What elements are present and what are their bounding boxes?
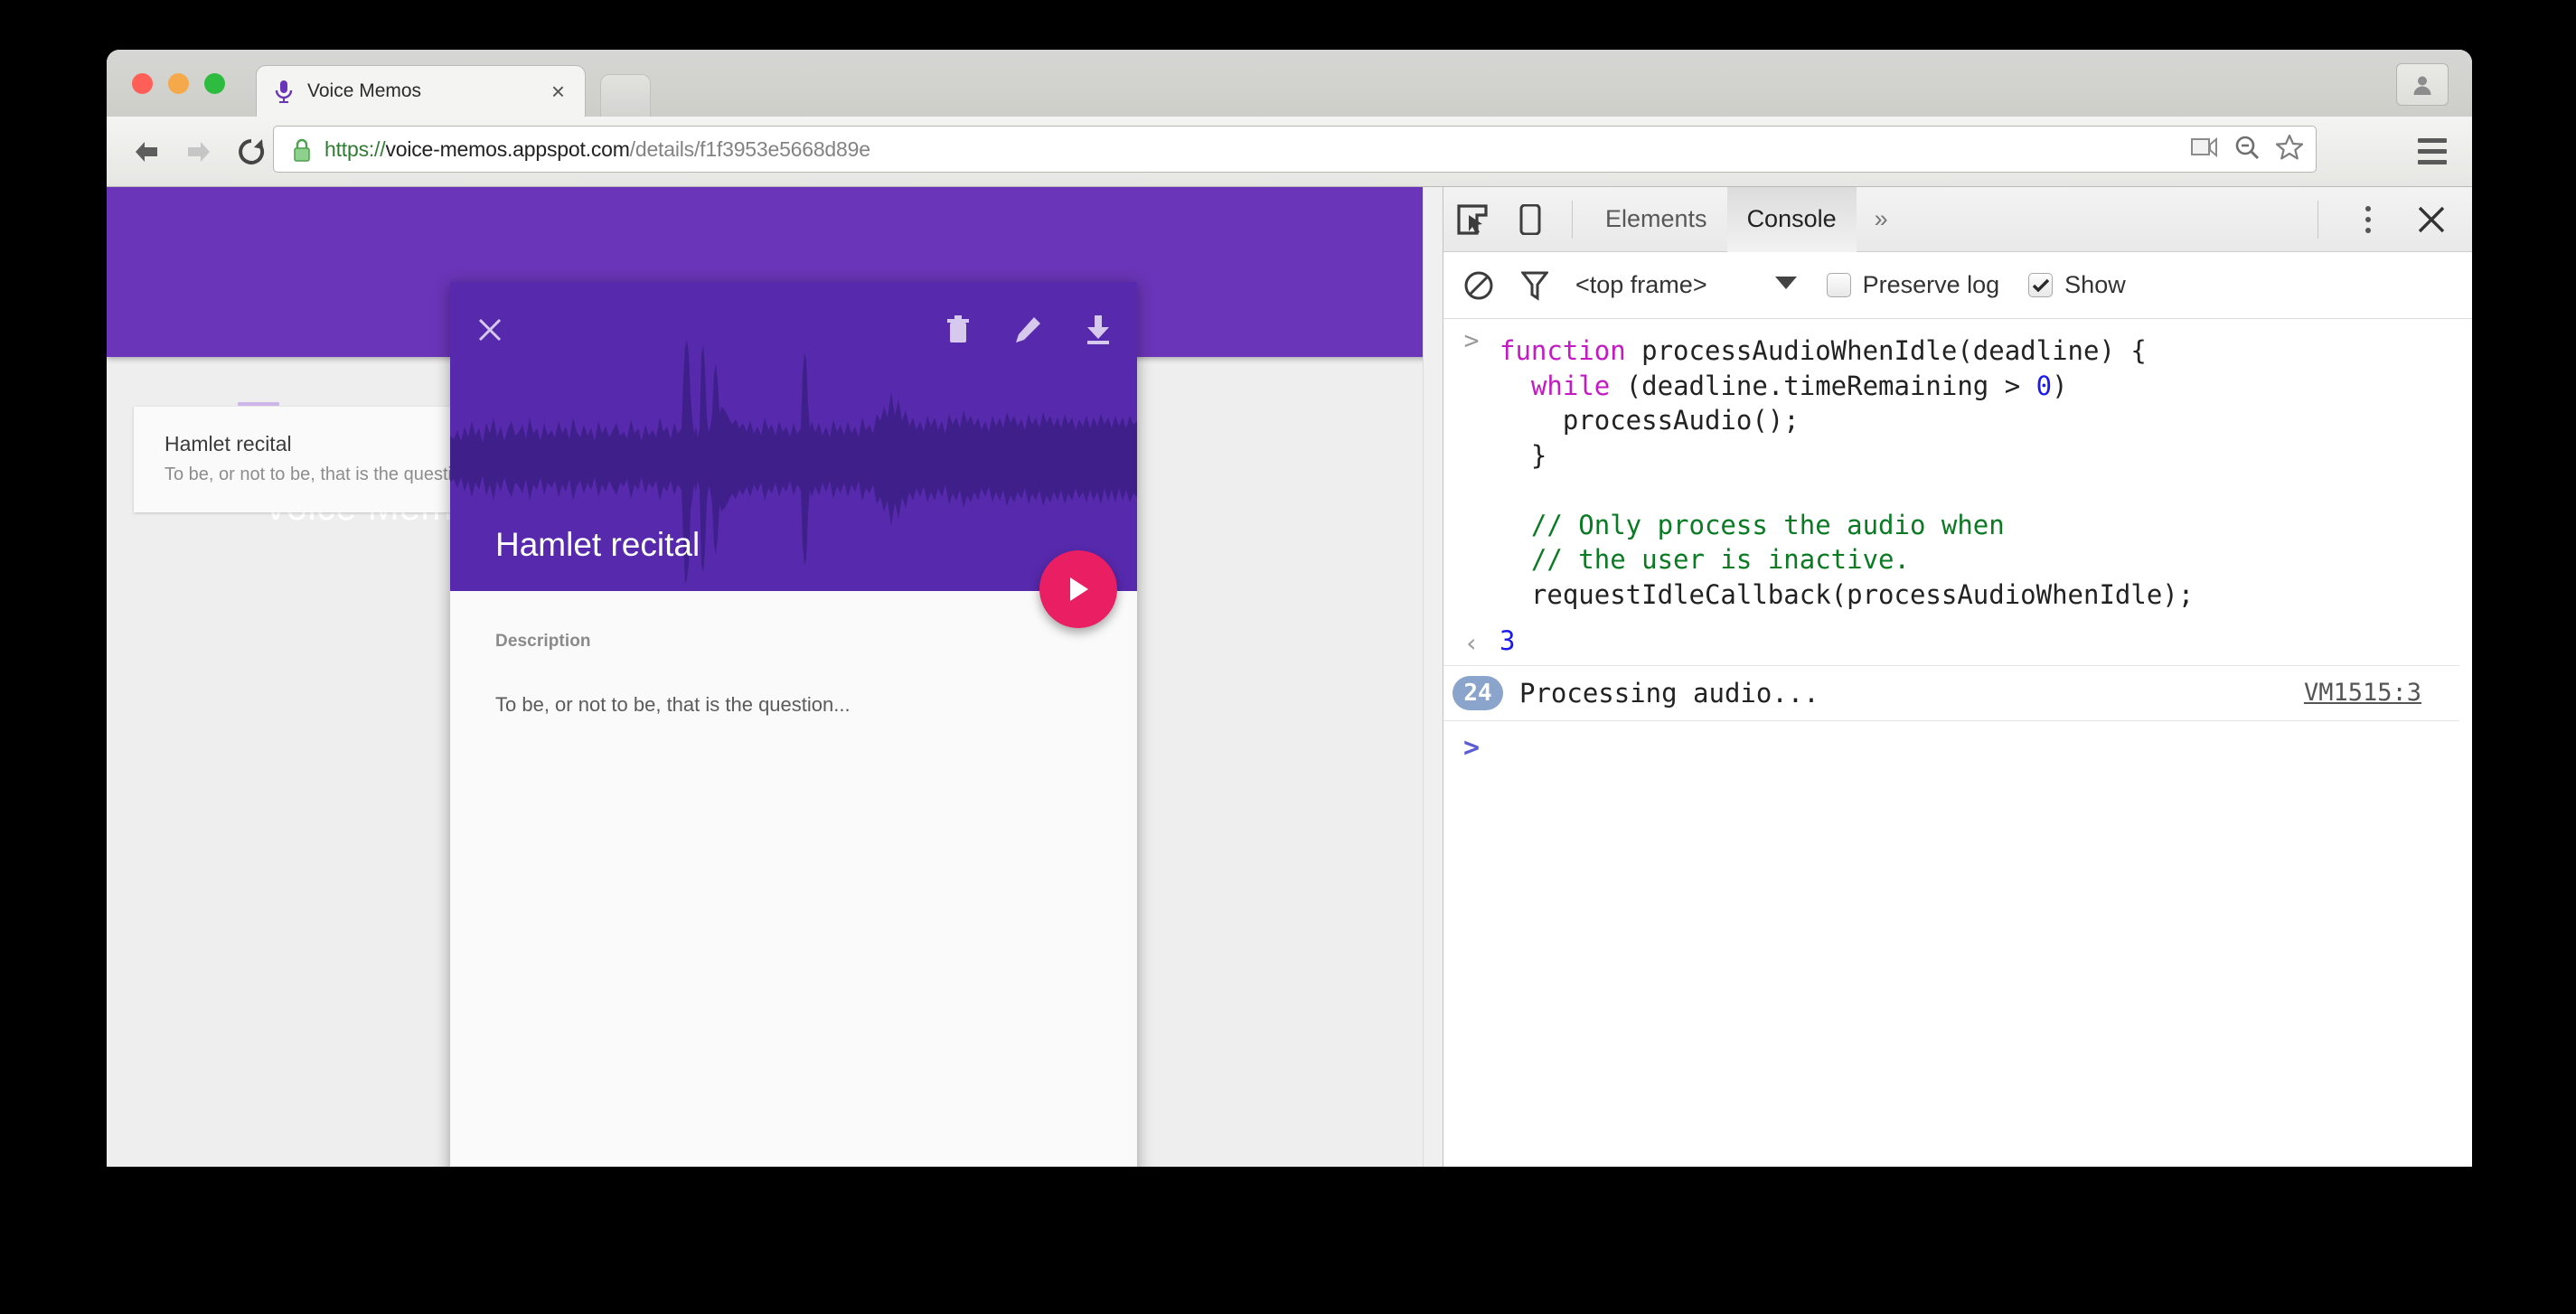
preserve-log-label: Preserve log [1862,271,2000,298]
back-button[interactable] [120,126,173,178]
card-action-bar [450,309,1137,351]
edit-icon[interactable] [1014,316,1041,343]
zoom-out-icon[interactable] [2234,135,2260,164]
secure-lock-icon [292,137,312,162]
clear-console-icon[interactable] [1451,252,1507,319]
prompt-caret-icon: > [1462,731,1481,764]
log-count-badge: 24 [1453,675,1503,710]
execution-context-selector[interactable]: <top frame> [1575,271,1707,299]
new-tab-button[interactable] [600,74,651,117]
inspect-element-icon[interactable] [1443,187,1501,252]
more-options-icon[interactable] [2344,187,2393,252]
url-scheme: https:// [324,136,386,161]
console-scrollbar[interactable] [2459,319,2472,1167]
log-message: Processing audio... [1519,677,1819,709]
show-messages-checkbox[interactable]: Show [2028,271,2126,299]
url-text: https://voice-memos.appspot.com/details/… [324,137,870,162]
browser-tab[interactable]: Voice Memos × [256,65,586,117]
download-icon[interactable] [1085,315,1112,344]
web-page: Voice Memos Hamlet recital To be, or not… [107,187,1443,1167]
address-bar[interactable]: https://voice-memos.appspot.com/details/… [273,126,2317,173]
minimize-window-button[interactable] [168,73,189,94]
url-host: voice-memos.appspot.com [385,136,630,161]
console-input-entry: > function processAudioWhenIdle(deadline… [1443,319,2472,622]
play-icon [1070,577,1088,601]
tab-elements[interactable]: Elements [1585,187,1727,252]
input-caret-icon: > [1463,325,1480,355]
console-prompt[interactable]: > [1443,721,2472,764]
description-label: Description [495,632,591,651]
console-output[interactable]: > function processAudioWhenIdle(deadline… [1443,319,2472,1167]
toolbar-divider [1572,200,1573,239]
cast-icon[interactable] [2191,136,2218,163]
close-devtools-icon[interactable] [2405,187,2458,252]
tab-close-icon[interactable]: × [551,80,565,103]
preserve-log-checkbox[interactable]: Preserve log [1826,271,2000,299]
card-media: Hamlet recital [450,282,1137,591]
checkbox-checked-icon [2028,273,2054,297]
tab-console[interactable]: Console [1726,187,1857,252]
card-body: Description To be, or not to be, that is… [450,591,1137,717]
close-x-icon[interactable] [475,315,504,344]
toolbar-divider-right [2317,201,2318,239]
memo-detail-card: Hamlet recital Description To be, or not… [450,282,1137,1167]
more-tabs-icon[interactable]: » [1857,187,1906,252]
profile-avatar-icon[interactable] [2396,63,2449,106]
window-controls [132,73,225,94]
device-toolbar-icon[interactable] [1501,187,1559,252]
reload-button[interactable] [225,126,277,178]
maximize-window-button[interactable] [204,73,225,94]
close-window-button[interactable] [132,73,153,94]
tab-title: Voice Memos [307,80,422,101]
show-messages-label: Show [2064,271,2126,298]
log-source-link[interactable]: VM1515:3 [2304,679,2421,707]
memo-title: Hamlet recital [165,432,292,455]
chrome-menu-icon[interactable] [2412,132,2452,172]
microphone-icon [272,80,296,103]
browser-toolbar: https://voice-memos.appspot.com/details/… [107,117,2472,187]
devtools-panel: Elements Console » <top frame> Preserve … [1443,187,2472,1167]
console-filter-bar: <top frame> Preserve log Show [1443,252,2472,319]
viewport: Voice Memos Hamlet recital To be, or not… [107,187,2472,1167]
result-value: 3 [1500,624,1516,656]
filter-icon[interactable] [1507,252,1563,319]
console-code: function processAudioWhenIdle(deadline) … [1500,335,2195,610]
checkbox-unchecked-icon [1826,273,1851,297]
delete-icon[interactable] [945,315,971,344]
chevron-down-icon[interactable] [1774,276,1798,295]
omnibox-icons [2191,134,2304,164]
devtools-toolbar: Elements Console » [1443,187,2472,252]
console-result-entry: ‹ 3 [1443,622,2472,665]
device-bezel: Voice Memos × https://voice-memos.appspo… [0,0,2576,1314]
card-title: Hamlet recital [495,526,700,563]
page-scrollbar[interactable] [1423,187,1443,1167]
memo-subtitle: To be, or not to be, that is the questio… [165,465,487,484]
tab-strip: Voice Memos × [107,50,2472,117]
bookmark-star-icon[interactable] [2275,134,2304,164]
console-log-entry[interactable]: 24 Processing audio... VM1515:3 [1443,664,2472,721]
play-button[interactable] [1039,550,1117,628]
browser-window: Voice Memos × https://voice-memos.appspo… [107,50,2472,1167]
result-caret-icon: ‹ [1463,627,1480,658]
description-text: To be, or not to be, that is the questio… [495,693,851,716]
forward-button[interactable] [173,126,225,178]
url-path: /details/f1f3953e5668d89e [629,136,870,161]
